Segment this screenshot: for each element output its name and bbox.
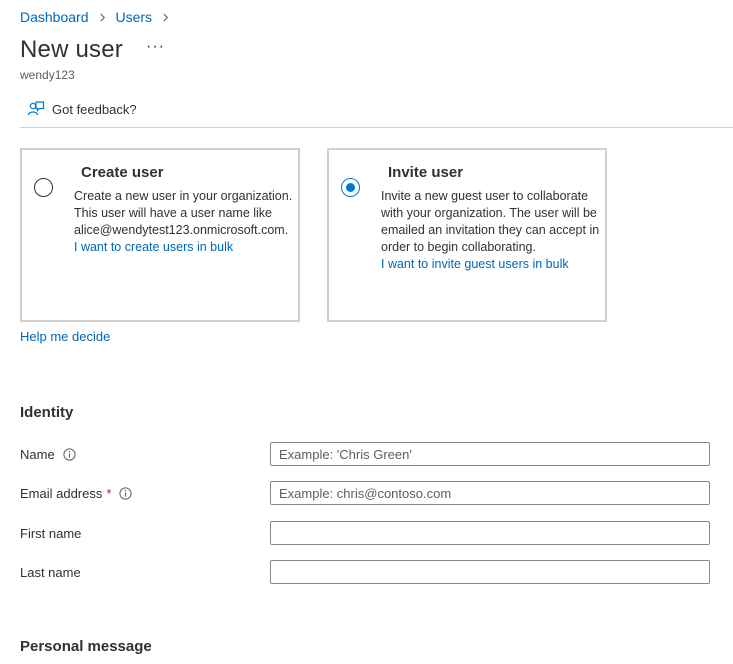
- chevron-right-icon: [161, 13, 170, 22]
- create-user-title: Create user: [81, 164, 164, 181]
- identity-heading: Identity: [20, 404, 74, 421]
- toolbar-divider: [20, 127, 733, 128]
- page-subtitle: wendy123: [20, 68, 75, 82]
- create-user-description: Create a new user in your organization. …: [74, 188, 300, 256]
- first-name-label-row: First name: [20, 526, 81, 541]
- info-icon[interactable]: [119, 487, 133, 500]
- page-title: New user: [20, 36, 123, 63]
- first-name-label: First name: [20, 526, 82, 541]
- first-name-input[interactable]: [270, 521, 710, 545]
- breadcrumb-users[interactable]: Users: [116, 9, 153, 25]
- invite-user-radio[interactable]: [341, 178, 360, 197]
- email-label: Email address: [20, 486, 103, 501]
- breadcrumb-dashboard[interactable]: Dashboard: [20, 9, 89, 25]
- last-name-label-row: Last name: [20, 565, 81, 580]
- feedback-label: Got feedback?: [52, 101, 137, 117]
- invite-user-description-text: Invite a new guest user to collaborate w…: [381, 189, 600, 254]
- name-label: Name: [20, 447, 55, 462]
- create-user-option[interactable]: Create user Create a new user in your or…: [20, 148, 300, 322]
- new-user-page: Dashboard Users New user ··· wendy123 Go…: [0, 0, 733, 664]
- feedback-icon: [27, 101, 45, 116]
- feedback-button[interactable]: Got feedback?: [27, 100, 137, 118]
- last-name-input[interactable]: [270, 560, 710, 584]
- invite-user-option[interactable]: Invite user Invite a new guest user to c…: [327, 148, 607, 322]
- create-bulk-link[interactable]: I want to create users in bulk: [74, 239, 300, 256]
- last-name-label: Last name: [20, 565, 81, 580]
- email-label-row: Email address *: [20, 486, 133, 501]
- email-input[interactable]: [270, 481, 710, 505]
- name-label-row: Name: [20, 447, 76, 462]
- invite-bulk-link[interactable]: I want to invite guest users in bulk: [381, 256, 607, 273]
- chevron-right-icon: [98, 13, 107, 22]
- more-options-button[interactable]: ···: [146, 38, 165, 56]
- help-me-decide-link[interactable]: Help me decide: [20, 329, 110, 344]
- required-indicator: *: [106, 486, 112, 501]
- personal-message-heading: Personal message: [20, 638, 152, 655]
- create-user-radio[interactable]: [34, 178, 53, 197]
- invite-user-description: Invite a new guest user to collaborate w…: [381, 188, 607, 273]
- name-input[interactable]: [270, 442, 710, 466]
- breadcrumb: Dashboard Users: [20, 9, 179, 25]
- invite-user-title: Invite user: [388, 164, 464, 181]
- create-user-description-text: Create a new user in your organization. …: [74, 189, 293, 237]
- info-icon[interactable]: [63, 448, 76, 461]
